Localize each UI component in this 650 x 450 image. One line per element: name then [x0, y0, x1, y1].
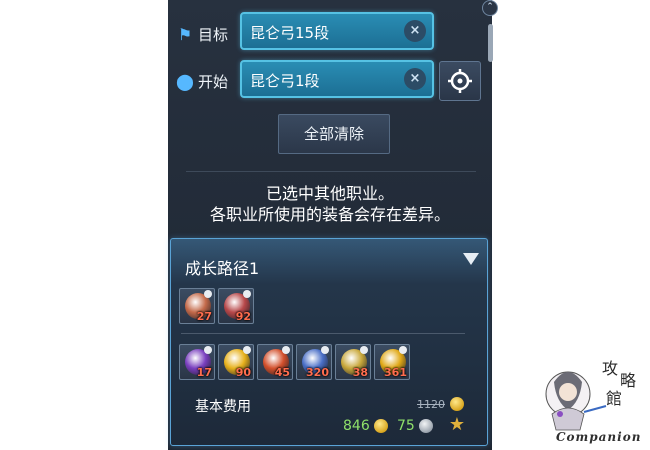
bound-icon: [243, 346, 251, 354]
row-separator: [181, 333, 465, 334]
material-slot[interactable]: 38: [335, 344, 371, 380]
scrollbar[interactable]: [488, 24, 493, 62]
cost-label: 基本费用: [195, 399, 251, 415]
clear-target-icon[interactable]: ×: [404, 20, 426, 42]
material-row-2: 17 90 45 320 38 361: [179, 344, 410, 380]
watermark-text: Companion: [556, 430, 642, 444]
start-label: 开始: [198, 73, 229, 91]
target-field[interactable]: 昆仑弓15段 ×: [240, 12, 434, 50]
start-field[interactable]: 昆仑弓1段 ×: [240, 60, 434, 98]
start-row-label: ⬤ 开始: [176, 71, 228, 92]
star-icon[interactable]: ★: [447, 415, 467, 435]
target-label: 目标: [198, 26, 229, 44]
silver-cost: 75: [397, 418, 434, 434]
gold-cost-value: 846: [343, 418, 370, 434]
collapse-icon[interactable]: ⌃: [482, 0, 498, 16]
map-pin-icon: ⬤: [176, 72, 194, 91]
bound-icon: [282, 346, 290, 354]
silver-cost-value: 75: [397, 418, 415, 434]
notice-line-1: 已选中其他职业。: [265, 184, 394, 203]
bound-icon: [321, 346, 329, 354]
clear-all-button[interactable]: 全部清除: [278, 114, 390, 154]
bound-icon: [204, 290, 212, 298]
clear-start-icon[interactable]: ×: [404, 68, 426, 90]
watermark-glyph-1: 攻: [602, 359, 618, 378]
gold-cost: 846: [343, 418, 389, 434]
growth-path-card[interactable]: 成长路径1 27 92 17 90 45 320 38 361 基本费用 1120 846 …: [170, 238, 488, 446]
flag-icon: ⚑: [177, 25, 193, 44]
silver-coin-icon: [419, 419, 434, 433]
original-cost: 1120: [417, 398, 445, 411]
material-slot[interactable]: 90: [218, 344, 254, 380]
material-count: 320: [306, 366, 329, 379]
dropdown-triangle-icon[interactable]: [463, 253, 479, 265]
bound-icon: [360, 346, 368, 354]
material-slot[interactable]: 27: [179, 288, 215, 324]
watermark-glyph-3: 館: [606, 389, 622, 408]
target-value: 昆仑弓15段: [250, 24, 330, 42]
material-slot[interactable]: 92: [218, 288, 254, 324]
bound-icon: [399, 346, 407, 354]
material-slot[interactable]: 45: [257, 344, 293, 380]
divider: [186, 171, 476, 172]
route-panel: ⌃ ⚑ 目标 昆仑弓15段 × ⬤ 开始 昆仑弓1段 × 全部清除 已选中其他职…: [168, 0, 498, 450]
locate-button[interactable]: [439, 61, 481, 101]
material-count: 361: [384, 366, 407, 379]
growth-path-title: 成长路径1: [185, 259, 260, 278]
material-count: 92: [235, 310, 251, 323]
target-row-label: ⚑ 目标: [176, 24, 228, 45]
gold-coin-icon: [374, 419, 389, 433]
material-slot[interactable]: 320: [296, 344, 332, 380]
material-count: 17: [196, 366, 212, 379]
notice-line-2: 各职业所使用的装备会存在差异。: [209, 205, 450, 224]
material-row-1: 27 92: [179, 288, 254, 324]
gold-coin-icon: [450, 397, 464, 411]
bound-icon: [243, 290, 251, 298]
start-value: 昆仑弓1段: [250, 72, 320, 90]
crosshair-icon: [448, 69, 472, 93]
material-count: 45: [274, 366, 290, 379]
class-notice: 已选中其他职业。 各职业所使用的装备会存在差异。: [168, 183, 492, 225]
watermark-glyph-2: 略: [620, 371, 636, 390]
material-slot[interactable]: 17: [179, 344, 215, 380]
bound-icon: [204, 346, 212, 354]
material-count: 27: [196, 310, 212, 323]
material-count: 90: [235, 366, 251, 379]
material-slot[interactable]: 361: [374, 344, 410, 380]
material-count: 38: [352, 366, 368, 379]
